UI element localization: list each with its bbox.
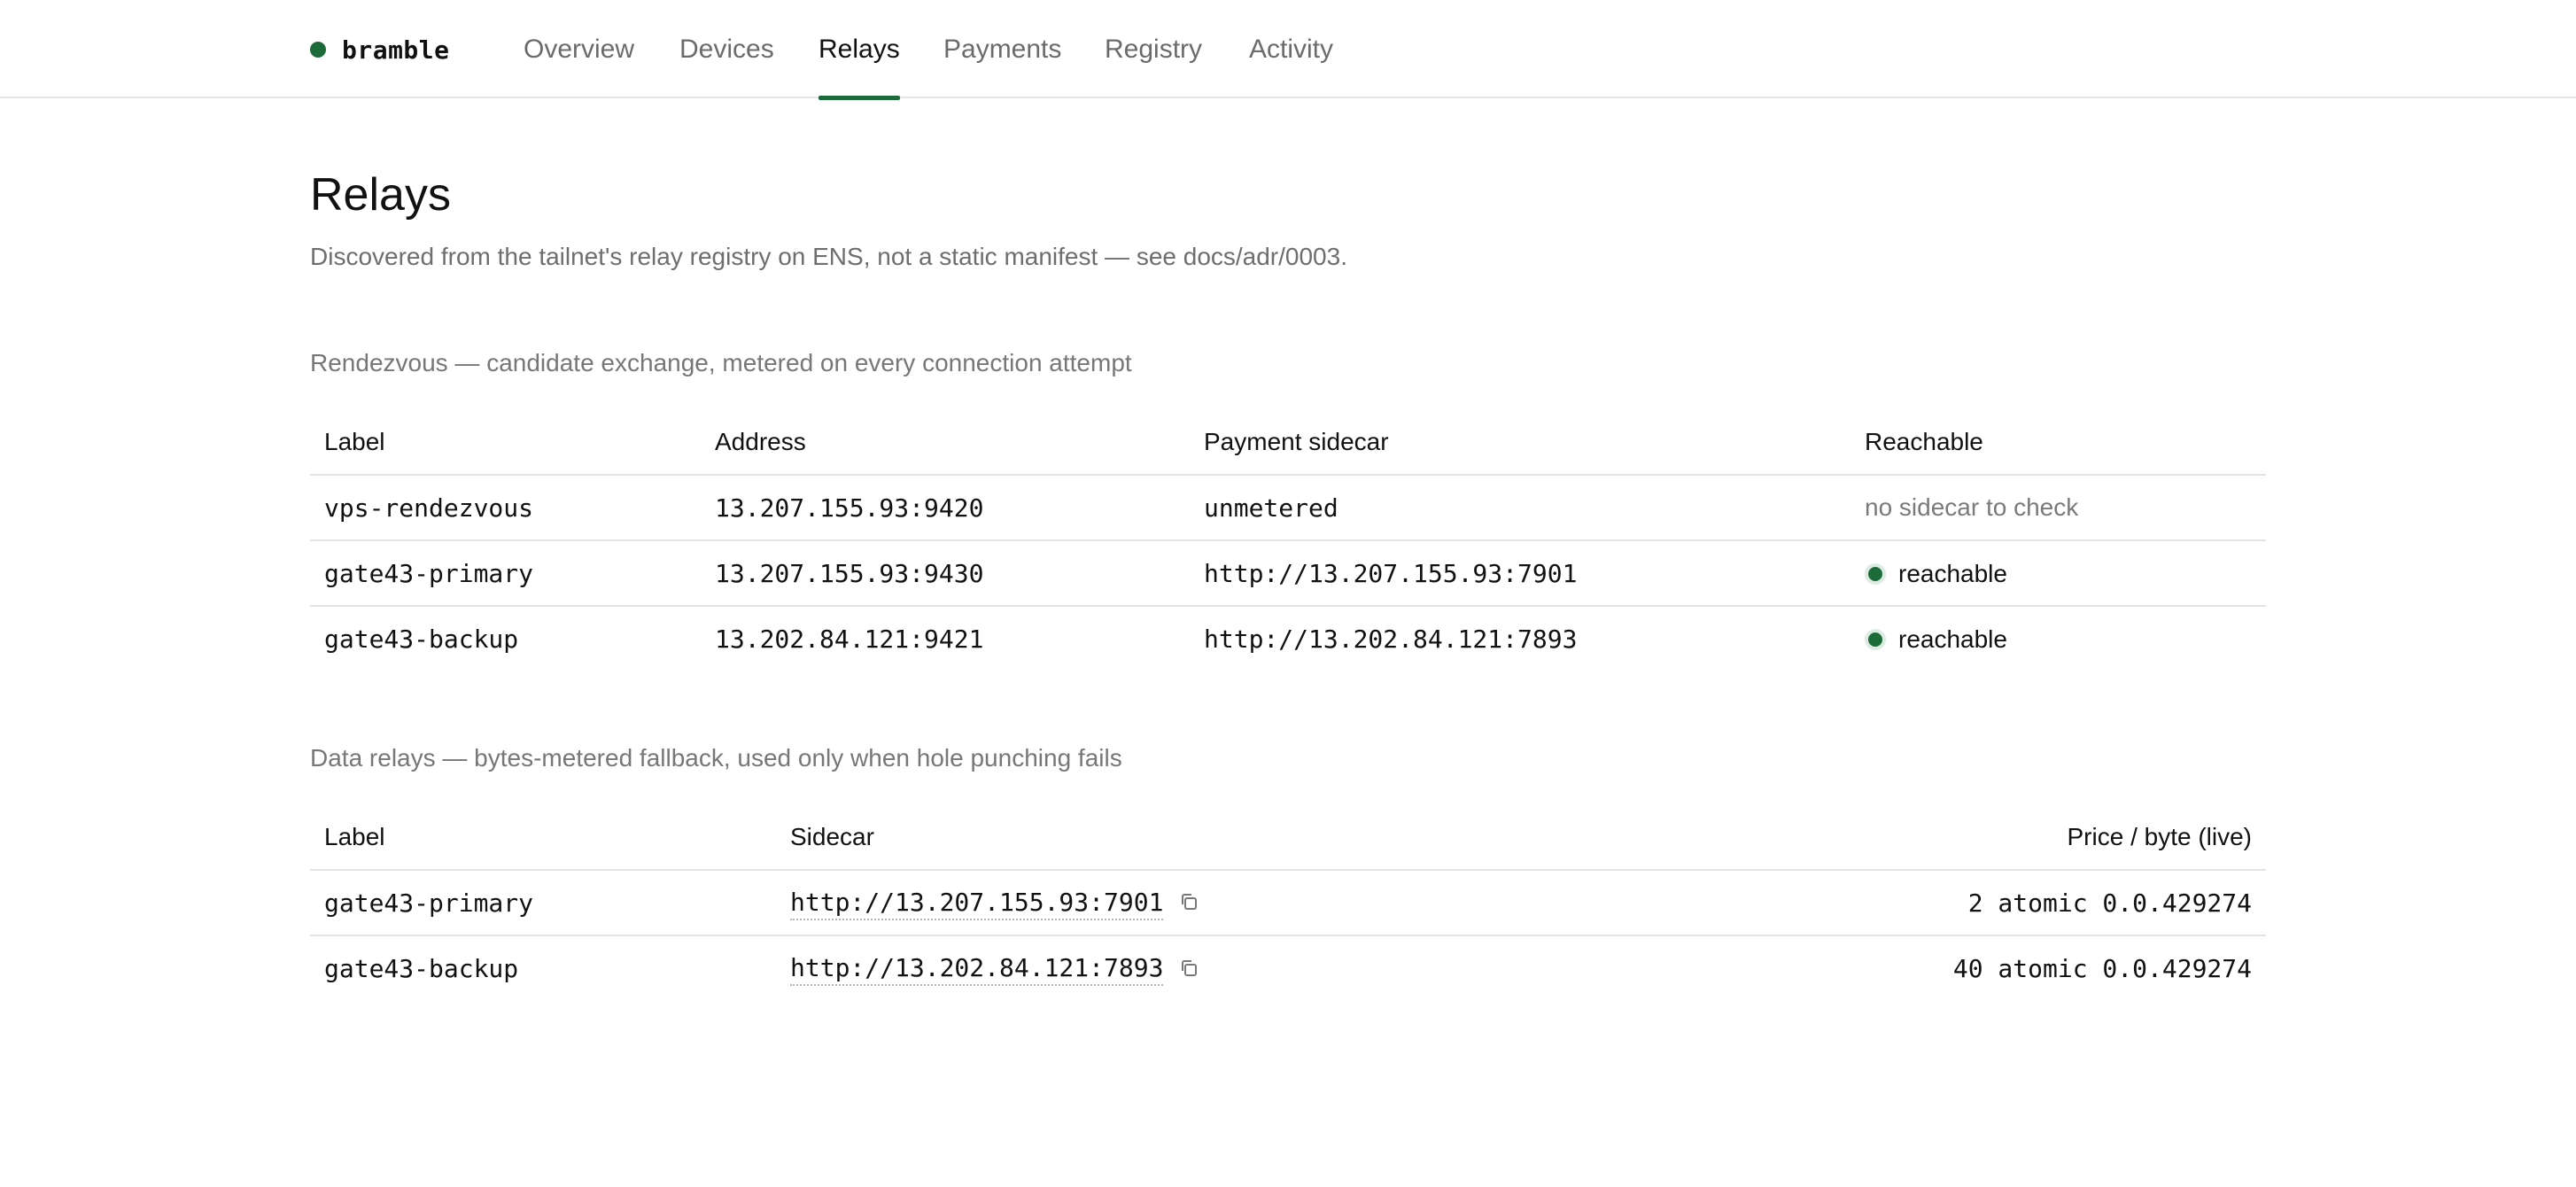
brand[interactable]: bramble [310,32,450,67]
rendezvous-table: Label Address Payment sidecar Reachable … [310,409,2266,671]
reachable-status: reachable [1865,560,2007,588]
reachable-label: reachable [1898,559,2007,587]
tab-registry[interactable]: Registry [1105,0,1202,98]
price-per-byte: 40 atomic 0.0.429274 [1952,954,2252,983]
column-header-label: Label [310,804,776,871]
table-header-row: Label Sidecar Price / byte (live) [310,804,2266,871]
copy-icon[interactable] [1179,889,1199,918]
tab-activity[interactable]: Activity [1249,0,1333,98]
status-dot-icon [1865,629,1886,650]
relay-address: 13.207.155.93:9420 [701,475,1190,541]
table-row: vps-rendezvous 13.207.155.93:9420 unmete… [310,475,2266,541]
reachable-status: no sidecar to check [1865,493,2079,521]
relay-address: 13.207.155.93:9430 [701,540,1190,607]
column-header-sidecar: Sidecar [776,804,1662,871]
column-header-price: Price / byte (live) [1662,804,2266,871]
price-per-byte: 2 atomic 0.0.429274 [1662,870,2266,936]
relay-label: gate43-backup [324,625,519,654]
copy-icon[interactable] [1179,956,1199,984]
relay-sidecar: unmetered [1190,475,1851,541]
relay-sidecar: http://13.202.84.121:7893 [1204,625,1578,654]
page-title: Relays [310,169,451,221]
sidecar-link[interactable]: http://13.202.84.121:7893 [790,953,1164,987]
table-row: gate43-backup http://13.202.84.121:7893 … [310,935,2266,1001]
rendezvous-caption: Rendezvous — candidate exchange, metered… [310,349,1132,376]
reachable-label: reachable [1898,625,2007,653]
tab-devices[interactable]: Devices [679,0,774,98]
relay-sidecar: http://13.207.155.93:7901 [1190,540,1851,607]
tab-payments[interactable]: Payments [943,0,1061,98]
top-nav: bramble Overview Devices Relays Payments… [0,0,2576,100]
table-row: gate43-primary http://13.207.155.93:7901… [310,870,2266,936]
tab-overview[interactable]: Overview [524,0,634,98]
column-header-payment-sidecar: Payment sidecar [1190,409,1851,476]
data-relays-table: Label Sidecar Price / byte (live) gate43… [310,804,2266,1001]
relay-label: vps-rendezvous [310,475,701,541]
table-row: gate43-backup 13.202.84.121:9421 http://… [310,606,2266,671]
brand-name: bramble [342,35,450,65]
status-dot-icon [310,42,326,58]
table-header-row: Label Address Payment sidecar Reachable [310,409,2266,476]
column-header-label: Label [310,409,701,476]
table-row: gate43-primary 13.207.155.93:9430 http:/… [310,540,2266,607]
data-relays-caption: Data relays — bytes-metered fallback, us… [310,744,1122,772]
relay-label: gate43-backup [324,954,519,983]
reachable-status: reachable [1865,625,2007,654]
column-header-reachable: Reachable [1851,409,2266,476]
relay-address: 13.202.84.121:9421 [715,625,984,654]
relay-label: gate43-primary [310,870,776,936]
column-header-address: Address [701,409,1190,476]
relay-label: gate43-primary [310,540,701,607]
status-dot-icon [1865,562,1886,585]
sidecar-link[interactable]: http://13.207.155.93:7901 [790,887,1164,920]
page-subtitle: Discovered from the tailnet's relay regi… [310,243,1347,270]
tab-relays[interactable]: Relays [819,0,900,100]
